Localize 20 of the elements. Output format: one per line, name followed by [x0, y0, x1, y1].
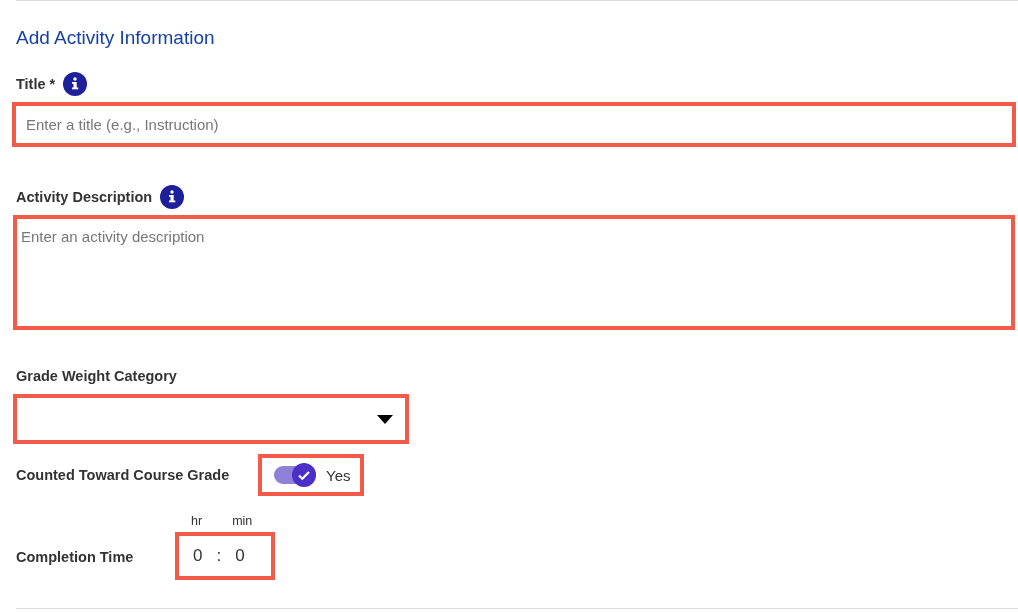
field-label: Activity Description — [16, 189, 153, 205]
unit-label: min — [232, 514, 253, 530]
field-label: Counted Toward Course Grade — [16, 467, 231, 483]
title-input[interactable]: Enter a title (e.g., Instruction) — [12, 102, 1016, 147]
field-label: Completion Time — [16, 549, 135, 565]
field-label: Title * — [16, 76, 56, 92]
hours-value: 0 — [193, 546, 203, 566]
caret-icon — [377, 414, 393, 424]
toggle-label: Yes — [326, 466, 351, 484]
form-heading: Add Activity Information — [16, 26, 216, 50]
toggle-switch[interactable] — [274, 466, 316, 484]
description-textarea[interactable]: Enter an activity description — [13, 215, 1015, 330]
field-label: Grade Weight Category — [16, 368, 177, 384]
time-separator: : — [216, 546, 222, 566]
info-icon[interactable] — [63, 72, 88, 96]
unit-label: hr — [191, 514, 203, 530]
info-icon[interactable] — [160, 185, 185, 209]
minutes-value: 0 — [235, 546, 245, 566]
time-input[interactable]: 0 : 0 — [175, 532, 275, 580]
category-dropdown[interactable] — [13, 394, 409, 444]
